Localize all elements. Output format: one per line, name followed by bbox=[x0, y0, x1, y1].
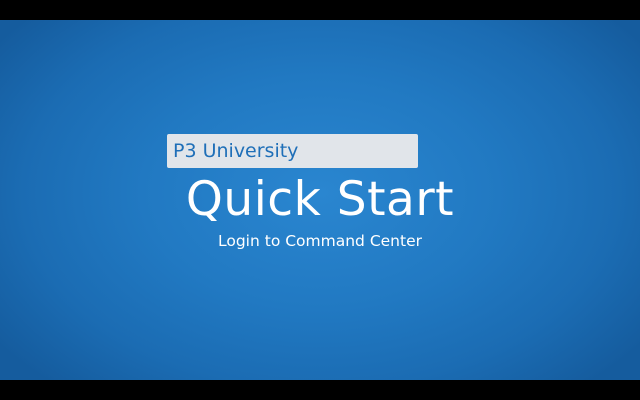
slide-subtitle: Login to Command Center bbox=[218, 232, 422, 250]
video-frame: P3 University Quick Start Login to Comma… bbox=[0, 0, 640, 400]
title-slide: P3 University Quick Start Login to Comma… bbox=[0, 20, 640, 380]
brand-badge: P3 University bbox=[167, 134, 418, 168]
brand-label: P3 University bbox=[173, 140, 299, 162]
slide-title: Quick Start bbox=[185, 172, 455, 227]
